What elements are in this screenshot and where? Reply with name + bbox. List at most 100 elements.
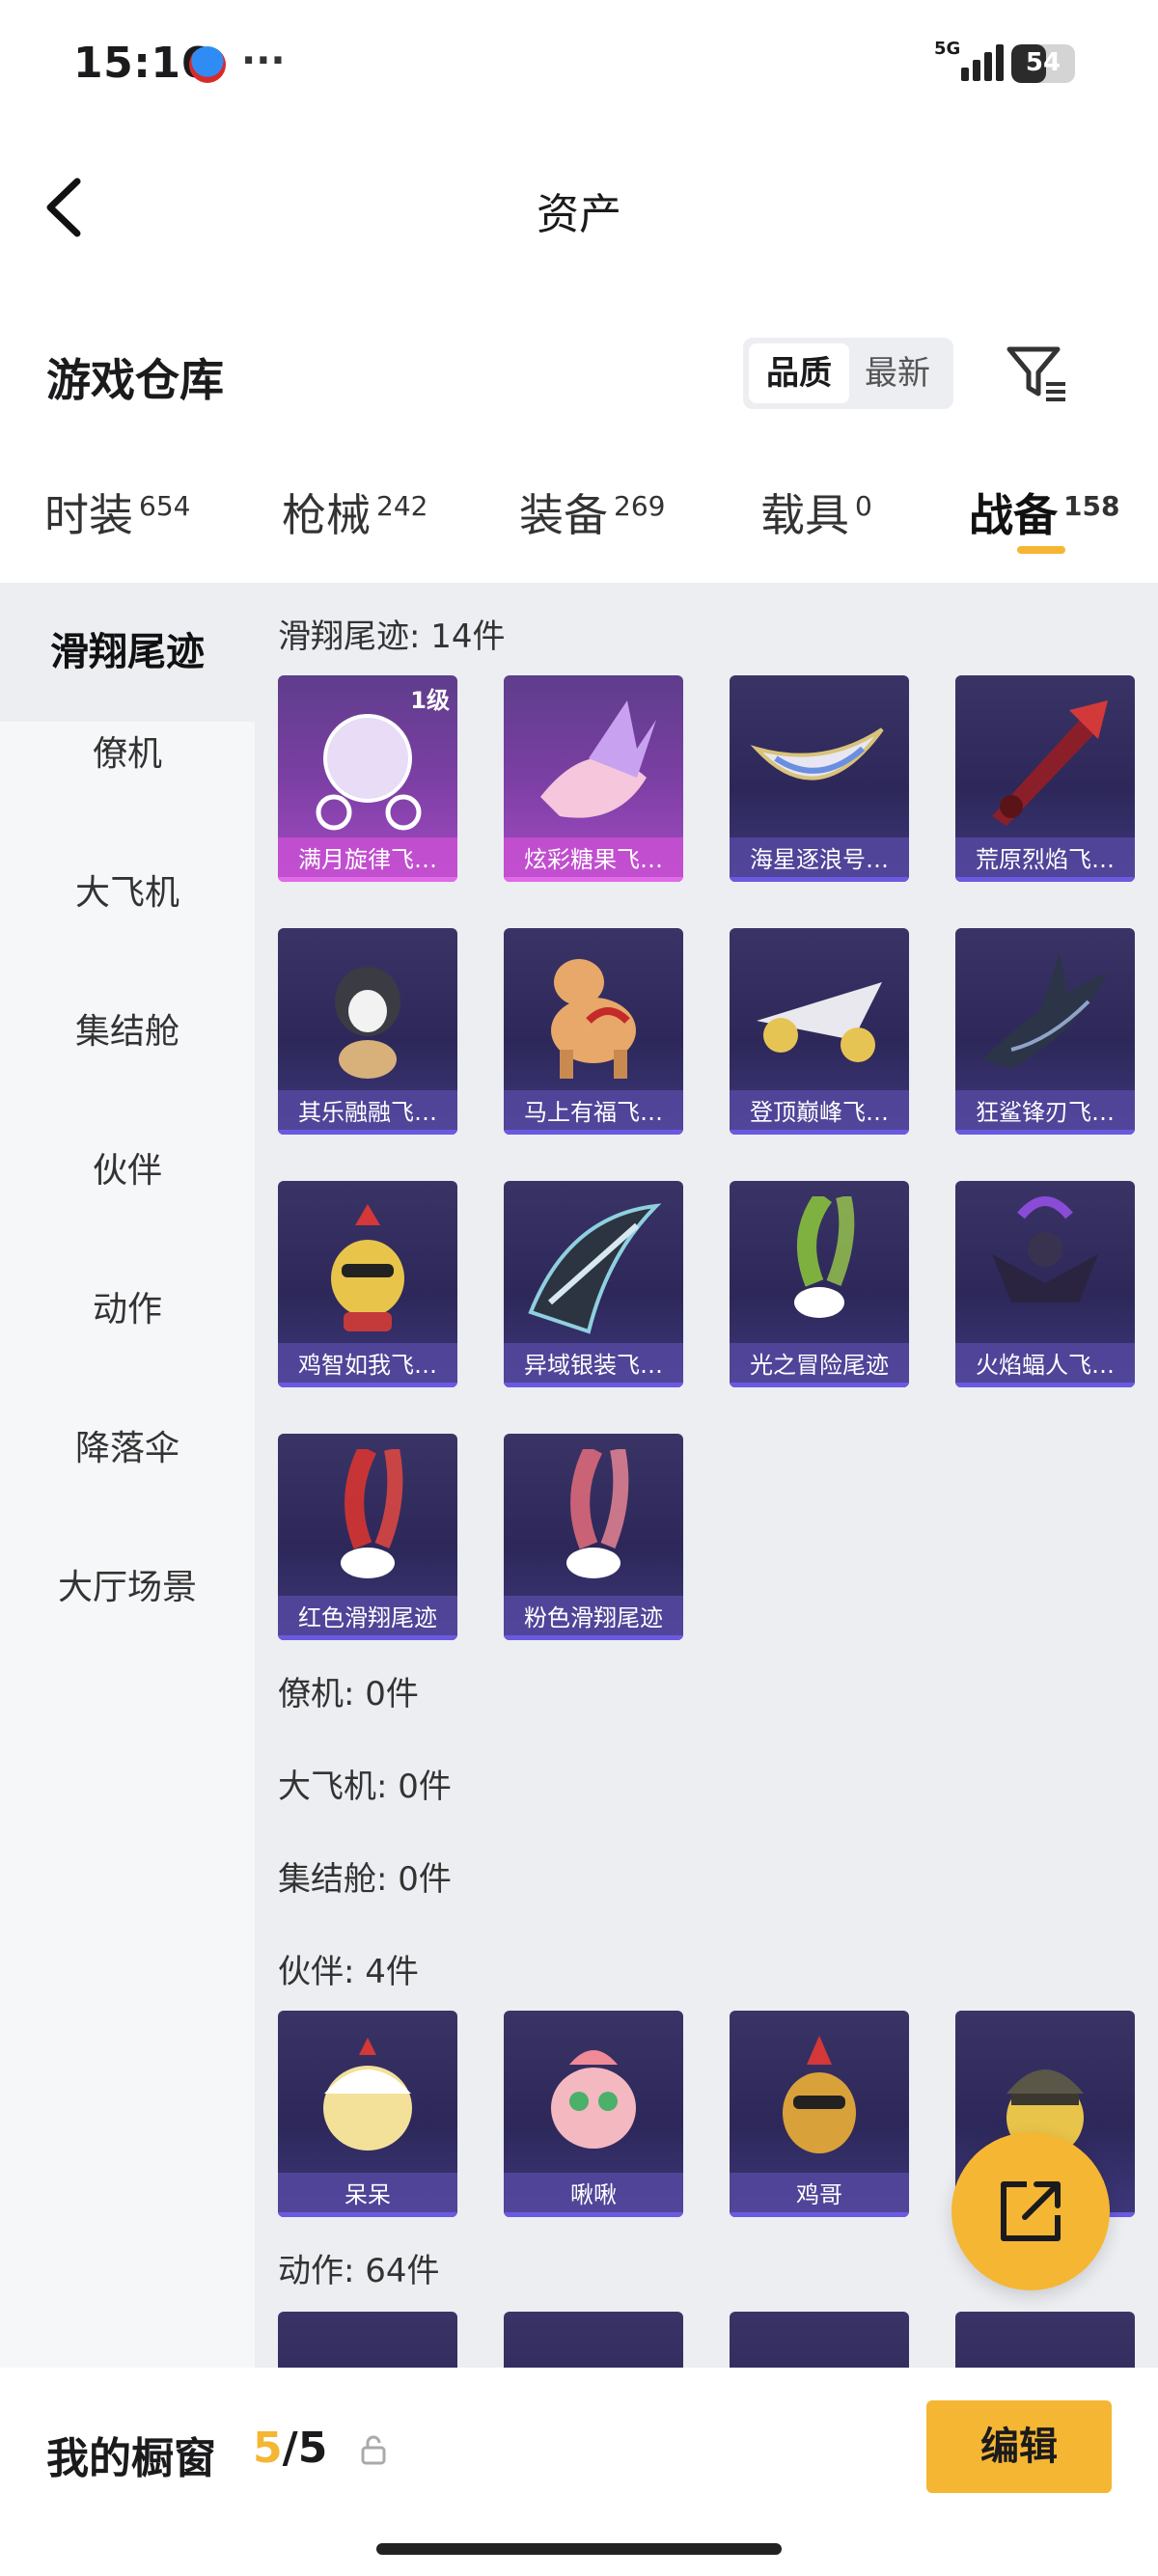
sidebar-item-partner[interactable]: 伙伴 (0, 1142, 255, 1192)
item-level-badge: 1级 (410, 687, 450, 714)
rarity-stripe (730, 1383, 909, 1387)
item-card-partial[interactable] (504, 2312, 683, 2368)
rarity-stripe (955, 1383, 1135, 1387)
item-name: 马上有福飞… (504, 1090, 683, 1135)
showcase-count-total: 5 (297, 2424, 328, 2473)
group-title-wingman: 僚机: 0件 (278, 1675, 419, 1713)
screen: { "status_bar": {"time": "15:16", "dots"… (0, 0, 1158, 2576)
category-tabs: 时装 654 枪械 242 装备 269 载具 0 战备 158 (0, 442, 1158, 583)
group-title-emote: 动作: 64件 (278, 2252, 440, 2290)
item-card[interactable]: 狂鲨锋刃飞… (955, 928, 1135, 1135)
filter-button[interactable] (1004, 338, 1071, 405)
tab-count: 242 (376, 489, 428, 522)
showcase-count-sep: / (282, 2424, 298, 2473)
item-name: 其乐融融飞… (278, 1090, 457, 1135)
sort-toggle: 品质 最新 (743, 338, 953, 409)
rarity-stripe (278, 2212, 457, 2217)
wing-icon (528, 1203, 662, 1334)
chick-icon (323, 2038, 412, 2151)
item-card-partial[interactable] (730, 2312, 909, 2368)
jet-icon (757, 982, 882, 1062)
tab-vehicles[interactable]: 载具 0 (760, 480, 872, 544)
item-name: 海星逐浪号… (730, 837, 909, 882)
item-card[interactable]: 荒原烈焰飞… (955, 675, 1135, 882)
item-card[interactable]: 1级 满月旋律飞… (278, 675, 457, 882)
home-indicator (376, 2543, 782, 2555)
rarity-stripe (278, 1383, 457, 1387)
sidebar-item-wingman[interactable]: 僚机 (0, 726, 255, 776)
item-name: 登顶巅峰飞… (730, 1090, 909, 1135)
item-card[interactable]: 呆呆 (278, 2011, 457, 2217)
candy-icon (540, 700, 656, 818)
network-type: 5G (934, 39, 961, 59)
item-card[interactable]: 红色滑翔尾迹 (278, 1434, 457, 1640)
tab-count: 0 (855, 489, 872, 522)
item-card[interactable]: 啾啾 (504, 2011, 683, 2217)
item-card[interactable]: 海星逐浪号… (730, 675, 909, 882)
rarity-stripe (278, 1130, 457, 1135)
rarity-stripe (730, 2212, 909, 2217)
share-button[interactable] (951, 2132, 1110, 2290)
batman-icon (992, 1196, 1098, 1302)
item-card[interactable]: 登顶巅峰飞… (730, 928, 909, 1135)
item-card[interactable]: 粉色滑翔尾迹 (504, 1434, 683, 1640)
tab-label: 战备 (969, 489, 1058, 541)
showcase-count-current: 5 (253, 2424, 283, 2473)
item-name: 炫彩糖果飞… (504, 837, 683, 882)
item-card[interactable]: 异域银装飞… (504, 1181, 683, 1387)
tab-guns[interactable]: 枪械 242 (282, 480, 427, 544)
sidebar-item-emote[interactable]: 动作 (0, 1281, 255, 1331)
item-name: 鸡智如我飞… (278, 1343, 457, 1387)
item-name: 啾啾 (504, 2173, 683, 2217)
item-name: 光之冒险尾迹 (730, 1343, 909, 1387)
pink-smoke-icon (566, 1449, 629, 1578)
boat-icon (750, 727, 884, 781)
tab-equipment[interactable]: 装备 269 (519, 480, 665, 544)
tab-battle-prep[interactable]: 战备 158 (969, 480, 1119, 544)
item-card-partial[interactable] (278, 2312, 457, 2368)
item-name: 异域银装飞… (504, 1343, 683, 1387)
tab-label: 枪械 (282, 489, 371, 541)
page-title: 资产 (537, 190, 621, 239)
item-card[interactable]: 光之冒险尾迹 (730, 1181, 909, 1387)
red-smoke-icon (341, 1449, 403, 1578)
rooster-icon (783, 2036, 856, 2153)
penguin-icon (335, 967, 400, 1079)
edit-button[interactable]: 编辑 (926, 2400, 1112, 2493)
tab-label: 载具 (760, 489, 849, 541)
sidebar-item-glide-trail[interactable]: 滑翔尾迹 (0, 583, 255, 722)
horse-icon (551, 959, 636, 1079)
rarity-stripe (955, 877, 1135, 882)
item-card[interactable]: 马上有福飞… (504, 928, 683, 1135)
sidebar-item-lobby-scene[interactable]: 大厅场景 (0, 1559, 255, 1609)
item-card[interactable]: 鸡哥 (730, 2011, 909, 2217)
status-bar: 15:16 ··· 5G 54 (0, 0, 1158, 125)
rarity-stripe (504, 877, 683, 882)
showcase-label: 我的橱窗 (46, 2434, 216, 2483)
tab-label: 时装 (44, 489, 133, 541)
battery-level: 54 (1025, 48, 1062, 77)
item-card[interactable]: 鸡智如我飞… (278, 1181, 457, 1387)
item-card[interactable]: 火焰蝠人飞… (955, 1181, 1135, 1387)
tab-fashion[interactable]: 时装 654 (44, 480, 190, 544)
battery-icon: 54 (1011, 44, 1075, 83)
sidebar-item-big-plane[interactable]: 大飞机 (0, 864, 255, 915)
rarity-stripe (278, 1635, 457, 1640)
item-card[interactable]: 炫彩糖果飞… (504, 675, 683, 882)
green-smoke-icon (794, 1196, 855, 1318)
tab-count: 654 (139, 489, 191, 522)
sidebar-item-assembly-pod[interactable]: 集结舱 (0, 1003, 255, 1054)
group-title-big-plane: 大飞机: 0件 (278, 1768, 452, 1806)
item-name: 粉色滑翔尾迹 (504, 1596, 683, 1640)
item-name: 鸡哥 (730, 2173, 909, 2217)
rarity-stripe (278, 877, 457, 882)
group-title-partner: 伙伴: 4件 (278, 1953, 419, 1991)
item-grid-area: 滑翔尾迹: 14件 僚机: 0件 大飞机: 0件 集结舱: 0件 伙伴: 4件 … (255, 583, 1158, 2368)
tab-label: 装备 (519, 489, 608, 541)
sidebar-item-parachute[interactable]: 降落伞 (0, 1420, 255, 1470)
sort-newest-button[interactable]: 最新 (847, 343, 948, 403)
item-name: 呆呆 (278, 2173, 457, 2217)
sort-quality-button[interactable]: 品质 (749, 343, 849, 403)
item-card[interactable]: 其乐融融飞… (278, 928, 457, 1135)
item-card-partial[interactable] (955, 2312, 1135, 2368)
